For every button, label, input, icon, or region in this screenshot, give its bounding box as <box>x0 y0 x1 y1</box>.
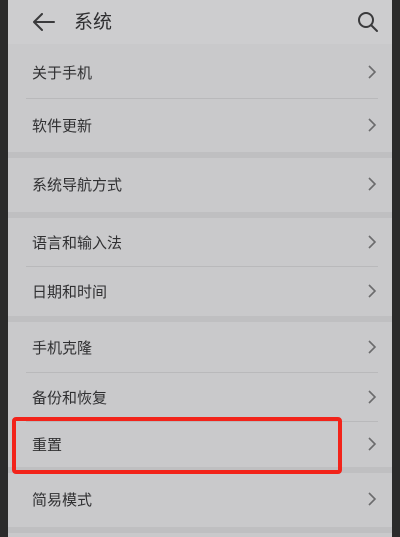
back-button[interactable] <box>30 8 58 36</box>
setting-item-label: 语言和输入法 <box>32 233 123 252</box>
setting-item-about-phone[interactable]: 关于手机 <box>8 46 392 98</box>
setting-item-label: 简易模式 <box>32 490 93 509</box>
setting-item-label: 软件更新 <box>32 116 93 135</box>
setting-item-backup-restore[interactable]: 备份和恢复 <box>8 373 392 421</box>
search-icon <box>358 12 378 32</box>
chevron-right-icon <box>368 177 377 191</box>
setting-item-label: 日期和时间 <box>32 282 108 301</box>
setting-item-navigation[interactable]: 系统导航方式 <box>8 158 392 210</box>
phone-screen: 系统 关于手机 软件更新 系统导航方式 语言和输入法 日期和时间 手机克隆 备份… <box>8 0 392 537</box>
chevron-right-icon <box>368 284 377 298</box>
arrow-left-icon <box>33 13 55 31</box>
setting-item-label: 系统导航方式 <box>32 175 123 194</box>
setting-item-label: 手机克隆 <box>32 338 93 357</box>
chevron-right-icon <box>368 235 377 249</box>
setting-item-language-input[interactable]: 语言和输入法 <box>8 218 392 266</box>
setting-item-date-time[interactable]: 日期和时间 <box>8 267 392 315</box>
chevron-right-icon <box>368 390 377 404</box>
highlight-box <box>12 417 342 474</box>
setting-item-simple-mode[interactable]: 简易模式 <box>8 473 392 525</box>
group-separator <box>8 527 392 533</box>
chevron-right-icon <box>368 118 377 132</box>
chevron-right-icon <box>368 65 377 79</box>
chevron-right-icon <box>368 492 377 506</box>
title-bar: 系统 <box>8 0 392 44</box>
page-title: 系统 <box>74 11 113 33</box>
chevron-right-icon <box>368 340 377 354</box>
setting-item-software-update[interactable]: 软件更新 <box>8 99 392 151</box>
setting-item-label: 关于手机 <box>32 63 93 82</box>
setting-item-phone-clone[interactable]: 手机克隆 <box>8 322 392 372</box>
chevron-right-icon <box>368 437 377 451</box>
search-button[interactable] <box>354 8 382 36</box>
setting-item-label: 备份和恢复 <box>32 388 108 407</box>
